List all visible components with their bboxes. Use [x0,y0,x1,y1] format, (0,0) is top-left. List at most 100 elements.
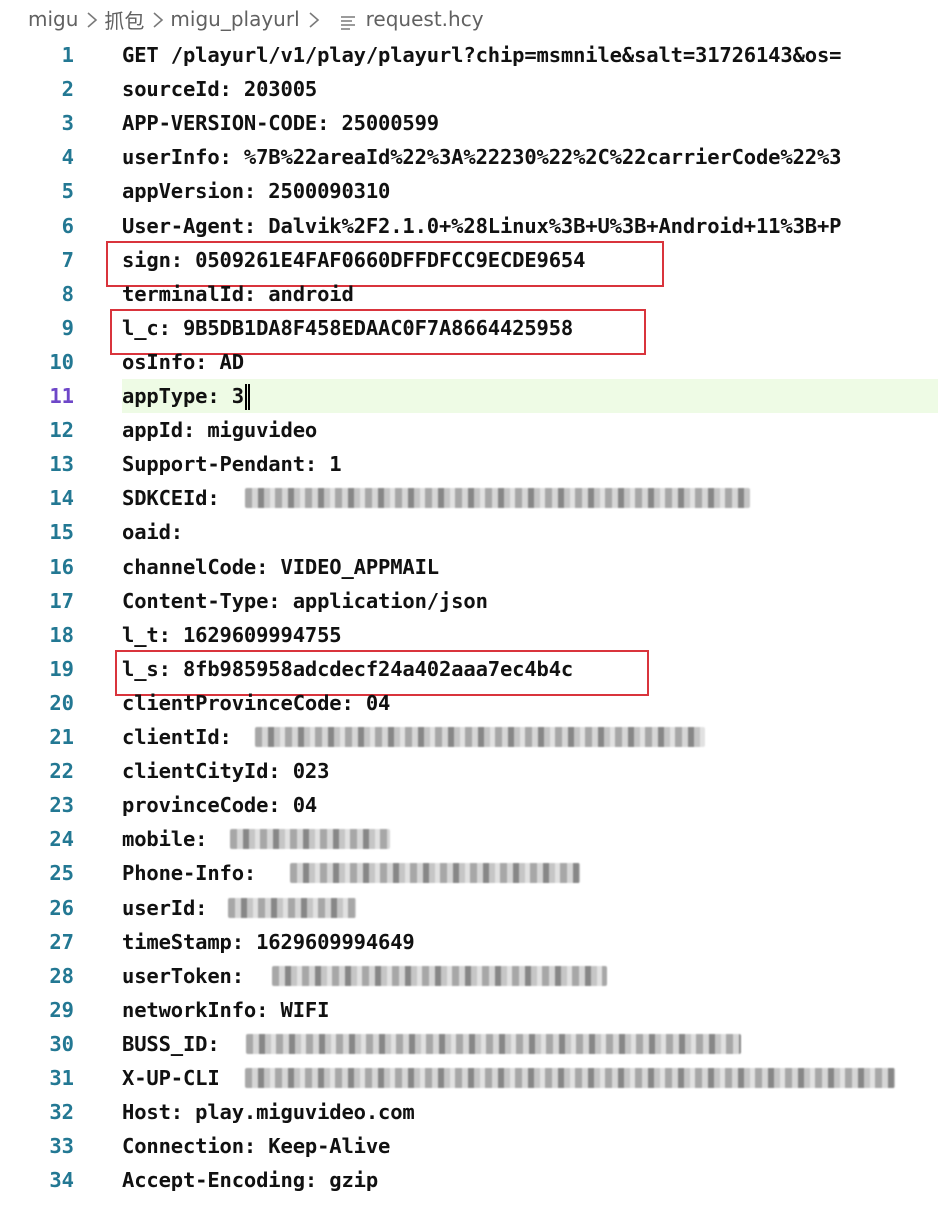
redacted-value [290,863,580,884]
code-line[interactable]: 14 SDKCEId: [0,481,938,515]
redacted-value [245,488,750,509]
line-text: GET /playurl/v1/play/playurl?chip=msmnil… [122,43,842,67]
code-line[interactable]: 13 Support-Pendant: 1 [0,447,938,481]
code-line[interactable]: 2 sourceId: 203005 [0,72,938,106]
line-number: 7 [61,247,74,272]
redacted-value [255,727,705,747]
code-line[interactable]: 29 networkInfo: WIFI [0,993,938,1027]
file-lines-icon [340,11,356,30]
code-editor[interactable]: 1 GET /playurl/v1/play/playurl?chip=msmni… [0,38,938,1207]
line-number: 24 [49,827,74,852]
code-line[interactable]: 20 clientProvinceCode: 04 [0,686,938,720]
chevron-right-icon [308,10,320,28]
code-line[interactable]: 16 channelCode: VIDEO_APPMAIL [0,550,938,584]
code-line[interactable]: 4 userInfo: %7B%22areaId%22%3A%22230%22%2… [0,140,938,174]
line-text: l_t: 1629609994755 [122,622,342,647]
redacted-value [228,897,356,918]
line-number: 1 [61,43,74,67]
line-number: 31 [49,1066,74,1090]
code-line[interactable]: 21 clientId: [0,720,938,754]
line-number: 17 [49,588,74,613]
line-text: Host: play.miguvideo.com [122,1100,415,1125]
code-line[interactable]: 15 oaid: [0,515,938,549]
line-text: X-UP-CLI [122,1066,220,1090]
line-text: userInfo: %7B%22areaId%22%3A%22230%22%2C… [122,145,842,170]
line-number: 26 [49,895,74,920]
code-line[interactable]: 25 Phone-Info: [0,856,938,890]
redacted-value [272,965,607,986]
code-line[interactable]: 10 osInfo: AD [0,345,938,379]
code-line[interactable]: 26 userId: [0,891,938,925]
breadcrumb: migu 抓包 migu_playurl request.hcy [0,0,938,38]
line-number: 13 [49,452,74,477]
line-number: 33 [49,1134,74,1159]
line-text: Connection: Keep-Alive [122,1134,391,1159]
line-number: 11 [49,384,74,408]
code-line[interactable]: 8 terminalId: android [0,277,938,311]
breadcrumb-item-migu-playurl[interactable]: migu_playurl [170,7,299,31]
code-line[interactable]: 33 Connection: Keep-Alive [0,1129,938,1163]
line-number: 9 [61,315,74,340]
line-text: clientId: [122,725,232,749]
redacted-value [230,829,390,850]
line-text: timeStamp: 1629609994649 [122,929,415,954]
line-number: 3 [61,111,74,136]
code-line[interactable]: 27 timeStamp: 1629609994649 [0,925,938,959]
line-text: User-Agent: Dalvik%2F2.1.0+%28Linux%3B+U… [122,213,842,238]
code-line[interactable]: 23 provinceCode: 04 [0,788,938,822]
redacted-value [245,1068,895,1088]
line-number: 10 [49,349,74,374]
line-text: oaid: [122,520,183,545]
line-number: 19 [49,656,74,681]
line-number: 21 [49,725,74,749]
line-number: 27 [49,929,74,954]
line-number: 16 [49,554,74,579]
code-line[interactable]: 30 BUSS_ID: [0,1027,938,1061]
code-line[interactable]: 12 appId: miguvideo [0,413,938,447]
line-text: Support-Pendant: 1 [122,452,342,477]
line-text: clientProvinceCode: 04 [122,690,391,715]
line-number: 20 [49,690,74,715]
line-number: 6 [61,213,74,238]
line-number: 4 [61,145,74,170]
code-line[interactable]: 1 GET /playurl/v1/play/playurl?chip=msmni… [0,38,938,72]
code-line[interactable]: 28 userToken: [0,959,938,993]
code-line[interactable]: 34 Accept-Encoding: gzip [0,1163,938,1197]
code-line[interactable]: 17 Content-Type: application/json [0,584,938,618]
line-number: 29 [49,997,74,1022]
line-text: osInfo: AD [122,349,244,374]
code-line[interactable]: 6 User-Agent: Dalvik%2F2.1.0+%28Linux%3B+… [0,209,938,243]
line-text: appId: miguvideo [122,418,318,443]
line-number: 30 [49,1031,74,1056]
line-number: 14 [49,486,74,511]
line-text: channelCode: VIDEO_APPMAIL [122,554,439,579]
code-line[interactable]: 22 clientCityId: 023 [0,754,938,788]
code-line[interactable]: 31 X-UP-CLI [0,1061,938,1095]
breadcrumb-item-file[interactable]: request.hcy [366,7,484,31]
line-number: 2 [61,77,74,102]
code-line[interactable]: 24 mobile: [0,822,938,856]
code-line[interactable]: 32 Host: play.miguvideo.com [0,1095,938,1129]
code-line[interactable]: 5 appVersion: 2500090310 [0,174,938,208]
breadcrumb-item-capture[interactable]: 抓包 [104,5,144,34]
line-text: Accept-Encoding: gzip [122,1168,379,1193]
line-text: SDKCEId: [122,486,220,511]
chevron-right-icon [86,10,98,28]
line-number: 34 [49,1168,74,1193]
code-line[interactable]: 18 l_t: 1629609994755 [0,618,938,652]
line-number: 22 [49,759,74,784]
code-line[interactable]: 3 APP-VERSION-CODE: 25000599 [0,106,938,140]
line-number: 25 [49,861,74,886]
line-text: sourceId: 203005 [122,77,318,102]
breadcrumb-item-migu[interactable]: migu [28,7,78,31]
code-line[interactable]: 11 appType: 3 [49,379,938,413]
line-text: BUSS_ID: [122,1031,220,1056]
line-text: provinceCode: 04 [122,793,318,818]
text-cursor [247,384,250,410]
line-number: 28 [49,963,74,988]
line-text: networkInfo: WIFI [122,997,330,1022]
line-text: appVersion: 2500090310 [122,179,391,204]
redacted-value [246,1033,741,1054]
line-text: mobile: [122,827,208,852]
line-text: APP-VERSION-CODE: 25000599 [122,111,439,136]
